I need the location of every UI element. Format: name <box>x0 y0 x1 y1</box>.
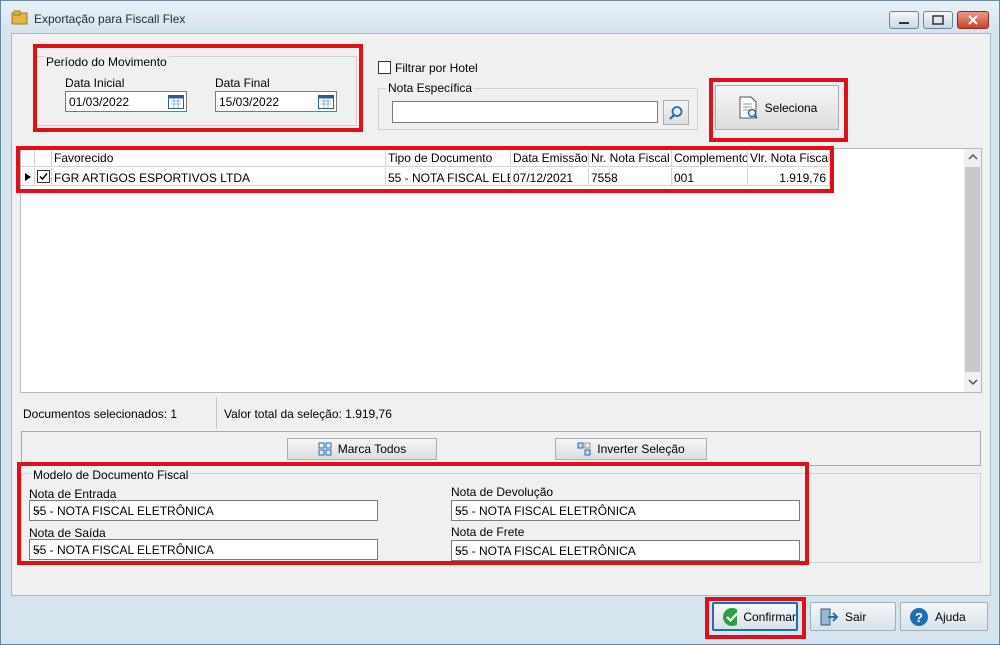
nota-devolucao-label: Nota de Devolução <box>451 485 554 499</box>
row-pointer-icon <box>21 168 35 186</box>
filtrar-hotel-label: Filtrar por Hotel <box>395 61 478 75</box>
cell-tipo: 55 - NOTA FISCAL ELETR <box>386 168 511 186</box>
invert-selection-icon <box>577 442 591 456</box>
close-icon <box>968 15 978 25</box>
chevron-down-icon: ⌄ <box>455 504 465 516</box>
nota-frete-label: Nota de Frete <box>451 525 525 539</box>
inverter-selecao-button[interactable]: Inverter Seleção <box>555 438 707 460</box>
ajuda-label: Ajuda <box>935 609 966 624</box>
scroll-thumb[interactable] <box>965 167 980 372</box>
document-search-icon <box>739 96 758 119</box>
window-title: Exportação para Fiscall Flex <box>34 12 186 26</box>
marca-todos-button[interactable]: Marca Todos <box>287 438 437 460</box>
filtrar-hotel-checkbox[interactable] <box>378 61 391 74</box>
summary-divider <box>216 397 217 429</box>
row-checkbox[interactable] <box>35 168 52 186</box>
grid-select-icon <box>318 442 332 456</box>
confirmar-label: Confirmar <box>743 609 796 624</box>
periodo-label: Período do Movimento <box>44 55 169 69</box>
calendar-icon[interactable] <box>318 94 334 109</box>
col-tipo-documento[interactable]: Tipo de Documento <box>386 149 511 167</box>
grid-scrollbar[interactable] <box>964 149 981 392</box>
seleciona-button[interactable]: Seleciona <box>715 85 839 130</box>
nota-frete-select[interactable]: 55 - NOTA FISCAL ELETRÔNICA ⌄ <box>451 540 800 561</box>
maximize-button[interactable] <box>923 11 953 29</box>
svg-text:?: ? <box>915 610 923 625</box>
cell-data: 07/12/2021 <box>511 168 589 186</box>
search-button[interactable] <box>663 100 689 125</box>
close-button[interactable] <box>957 11 989 29</box>
nota-entrada-label: Nota de Entrada <box>29 487 117 501</box>
help-icon: ? <box>910 607 928 626</box>
maximize-icon <box>932 15 944 25</box>
nota-entrada-select[interactable]: 55 - NOTA FISCAL ELETRÔNICA ⌄ <box>29 500 378 521</box>
documents-grid[interactable]: Favorecido Tipo de Documento Data Emissã… <box>20 148 982 393</box>
chevron-down-icon: ⌄ <box>455 544 465 556</box>
col-nr-nota[interactable]: Nr. Nota Fiscal <box>589 149 672 167</box>
ajuda-button[interactable]: ? Ajuda <box>900 602 988 631</box>
cell-favorecido: FGR ARTIGOS ESPORTIVOS LTDA <box>52 168 386 186</box>
data-final-field[interactable]: 15/03/2022 <box>215 91 337 112</box>
scroll-down-icon[interactable] <box>968 378 978 386</box>
chevron-down-icon: ⌄ <box>33 504 43 516</box>
inverter-label: Inverter Seleção <box>597 442 685 456</box>
confirmar-button[interactable]: Confirmar <box>712 602 798 631</box>
app-folder-icon <box>11 10 28 25</box>
data-inicial-label: Data Inicial <box>65 76 125 90</box>
nota-especifica-input[interactable] <box>392 101 658 123</box>
chevron-down-icon: ⌄ <box>33 543 43 555</box>
scroll-up-icon[interactable] <box>968 153 978 161</box>
main-window: Exportação para Fiscall Flex Período do … <box>0 0 1000 645</box>
nota-devolucao-select[interactable]: 55 - NOTA FISCAL ELETRÔNICA ⌄ <box>451 500 800 521</box>
data-final-label: Data Final <box>215 76 270 90</box>
col-favorecido[interactable]: Favorecido <box>52 149 386 167</box>
data-inicial-field[interactable]: 01/03/2022 <box>65 91 187 112</box>
nota-saida-select[interactable]: 55 - NOTA FISCAL ELETRÔNICA ⌄ <box>29 539 378 560</box>
client-area: Período do Movimento Data Inicial 01/03/… <box>11 33 991 596</box>
documentos-selecionados: Documentos selecionados: 1 <box>23 407 178 421</box>
grid-indicator-header <box>21 149 35 167</box>
valor-total: Valor total da seleção: 1.919,76 <box>224 407 392 421</box>
marca-todos-label: Marca Todos <box>337 442 407 456</box>
data-inicial-value: 01/03/2022 <box>69 95 130 109</box>
modelo-label: Modelo de Documento Fiscal <box>31 468 191 482</box>
cell-complemento: 001 <box>672 168 748 186</box>
calendar-icon[interactable] <box>168 94 184 109</box>
col-complemento[interactable]: Complemento <box>672 149 748 167</box>
cell-valor: 1.919,76 <box>748 168 830 186</box>
check-circle-icon <box>723 607 738 626</box>
sair-button[interactable]: Sair <box>810 602 896 631</box>
selection-actions-bar <box>21 431 981 466</box>
sair-label: Sair <box>845 609 867 624</box>
seleciona-label: Seleciona <box>764 100 818 115</box>
grid-check-header <box>35 149 52 167</box>
minimize-icon <box>899 22 909 24</box>
checkmark-icon <box>37 170 50 183</box>
col-data-emissao[interactable]: Data Emissão <box>511 149 589 167</box>
nota-especifica-label: Nota Específica <box>386 81 475 95</box>
data-final-value: 15/03/2022 <box>219 95 280 109</box>
title-bar: Exportação para Fiscall Flex <box>1 1 999 33</box>
minimize-button[interactable] <box>889 11 919 29</box>
col-vlr-nota[interactable]: Vlr. Nota Fiscal <box>748 149 830 167</box>
nota-saida-label: Nota de Saída <box>29 526 106 540</box>
search-icon <box>669 105 683 120</box>
cell-nr: 7558 <box>589 168 672 186</box>
exit-door-icon <box>820 608 839 625</box>
